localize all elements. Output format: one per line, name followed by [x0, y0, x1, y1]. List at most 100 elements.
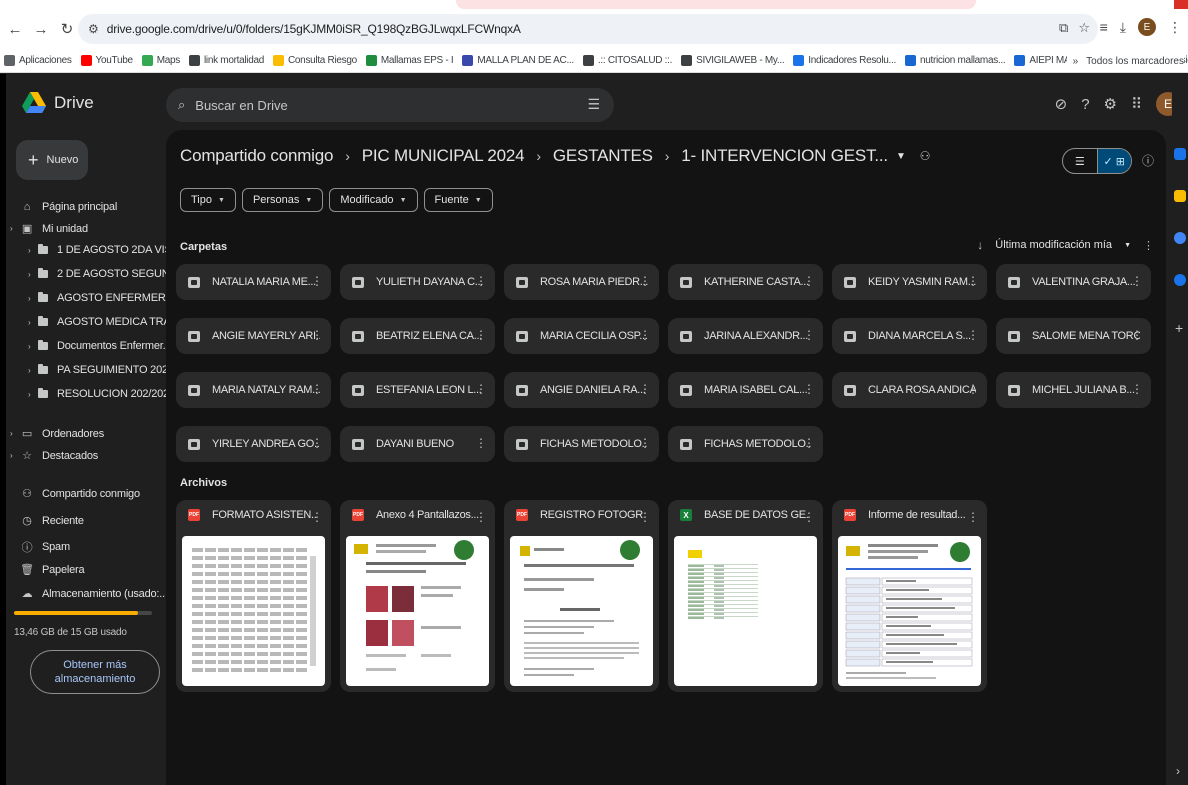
more-vert-icon[interactable]: ⋮	[311, 510, 323, 524]
more-vert-icon[interactable]: ⋮	[311, 436, 323, 450]
forward-icon[interactable]: →	[30, 18, 52, 40]
new-button[interactable]: + Nuevo	[16, 140, 88, 180]
chevron-right-icon[interactable]: ›	[28, 318, 38, 327]
more-vert-icon[interactable]: ⋮	[311, 382, 323, 396]
breadcrumb-item[interactable]: Compartido conmigo	[180, 146, 333, 166]
list-view-icon[interactable]: ☰	[1063, 149, 1097, 173]
file-thumbnail[interactable]	[674, 536, 817, 686]
folder-card[interactable]: KEIDY YASMIN RAM... ⋮	[832, 264, 987, 300]
caret-down-icon[interactable]: ▼	[896, 151, 906, 162]
add-addon-icon[interactable]: +	[1175, 320, 1183, 336]
more-vert-icon[interactable]: ⋮	[639, 436, 651, 450]
chevron-right-icon[interactable]: ›	[10, 451, 20, 460]
cast-icon[interactable]: ⧉	[1059, 20, 1068, 36]
sidebar-item-home[interactable]: ⌂ Página principal	[10, 201, 118, 213]
browser-profile-avatar[interactable]: E	[1138, 18, 1156, 36]
sidebar-item-trash[interactable]: 🗑 Papelera	[10, 563, 85, 577]
more-vert-icon[interactable]: ⋮	[967, 382, 979, 396]
search-icon[interactable]: ⌕	[178, 97, 185, 113]
folder-card[interactable]: MARIA ISABEL CAL... ⋮	[668, 372, 823, 408]
info-icon[interactable]: ⓘ	[1142, 152, 1154, 169]
bookmark-star-icon[interactable]: ☆	[1078, 20, 1090, 36]
expand-panel-icon[interactable]: ›	[1176, 764, 1180, 778]
get-more-storage-button[interactable]: Obtener más almacenamiento	[30, 650, 160, 694]
settings-gear-icon[interactable]: ⚙	[1104, 95, 1117, 113]
chevron-right-icon[interactable]: ›	[28, 390, 38, 399]
bookmark-item[interactable]: Mallamas EPS - I	[365, 55, 454, 66]
file-card[interactable]: PDF REGISTRO FOTOGR... ⋮	[504, 500, 659, 692]
breadcrumb-item[interactable]: PIC MUNICIPAL 2024	[362, 146, 525, 166]
sidebar-item-shared[interactable]: ⚇ Compartido conmigo	[10, 487, 140, 501]
shared-folder-icon[interactable]: ⚇	[920, 149, 931, 163]
sidebar-folder-item[interactable]: › AGOSTO MEDICA TRA...	[28, 316, 179, 328]
folder-card[interactable]: ESTEFANIA LEON L... ⋮	[340, 372, 495, 408]
search-options-icon[interactable]: ☰	[587, 96, 600, 113]
sidebar-item-computers[interactable]: › ▭ Ordenadores	[10, 427, 104, 441]
file-card[interactable]: PDF Informe de resultad... ⋮	[832, 500, 987, 692]
bookmark-item[interactable]: Indicadores Resolu...	[793, 55, 896, 66]
file-thumbnail[interactable]	[510, 536, 653, 686]
folder-card[interactable]: MICHEL JULIANA B... ⋮	[996, 372, 1151, 408]
folder-card[interactable]: SALOME MENA TORO ⋮	[996, 318, 1151, 354]
tasks-icon[interactable]	[1174, 232, 1186, 244]
folder-card[interactable]: FICHAS METODOLO... ⋮	[504, 426, 659, 462]
bookmark-item[interactable]: Maps	[141, 55, 180, 66]
sidebar-item-storage[interactable]: ☁ Almacenamiento (usado:...	[10, 587, 168, 601]
search-input[interactable]: Buscar en Drive	[195, 98, 287, 113]
folder-card[interactable]: CLARA ROSA ANDICA ⋮	[832, 372, 987, 408]
folder-card[interactable]: BEATRIZ ELENA CA... ⋮	[340, 318, 495, 354]
file-thumbnail[interactable]	[838, 536, 981, 686]
bookmark-item[interactable]: YouTube	[80, 55, 133, 66]
sidebar-item-recent[interactable]: ◷ Reciente	[10, 514, 84, 528]
more-vert-icon[interactable]: ⋮	[475, 510, 487, 524]
bookmarks-more-button[interactable]: »	[1073, 56, 1079, 67]
offline-status-icon[interactable]: ⊘	[1055, 95, 1068, 113]
download-icon[interactable]: ⤓	[1120, 19, 1126, 36]
chevron-right-icon[interactable]: ›	[10, 429, 20, 438]
file-card[interactable]: PDF Anexo 4 Pantallazos... ⋮	[340, 500, 495, 692]
filter-chip[interactable]: Fuente ▼	[423, 188, 493, 212]
address-bar[interactable]: ⚙ drive.google.com/drive/u/0/folders/15g…	[78, 14, 1098, 44]
more-vert-icon[interactable]: ⋮	[967, 274, 979, 288]
sidebar-folder-item[interactable]: › Documentos Enfermer...	[28, 340, 171, 352]
sort-label[interactable]: Última modificación mía	[995, 239, 1112, 251]
sidebar-item-spam[interactable]: ⓘ Spam	[10, 539, 71, 555]
folder-card[interactable]: NATALIA MARIA ME... ⋮	[176, 264, 331, 300]
more-vert-icon[interactable]: ⋮	[803, 328, 815, 342]
folder-card[interactable]: MARIA NATALY RAM... ⋮	[176, 372, 331, 408]
folder-card[interactable]: DAYANI BUENO ⋮	[340, 426, 495, 462]
more-vert-icon[interactable]: ⋮	[1131, 274, 1143, 288]
contacts-icon[interactable]	[1174, 274, 1186, 286]
more-vert-icon[interactable]: ⋮	[1131, 328, 1143, 342]
more-vert-icon[interactable]: ⋮	[967, 510, 979, 524]
filter-chip[interactable]: Modificado ▼	[329, 188, 418, 212]
chevron-right-icon[interactable]: ›	[28, 342, 38, 351]
folder-card[interactable]: YULIETH DAYANA C... ⋮	[340, 264, 495, 300]
folder-card[interactable]: ANGIE MAYERLY ARI... ⋮	[176, 318, 331, 354]
search-bar[interactable]: ⌕ Buscar en Drive ☰	[166, 88, 614, 122]
more-vert-icon[interactable]: ⋮	[475, 328, 487, 342]
filter-chip[interactable]: Tipo ▼	[180, 188, 236, 212]
bookmark-item[interactable]: MALLA PLAN DE AC...	[462, 55, 574, 66]
sidebar-folder-item[interactable]: › 1 DE AGOSTO 2DA VIS...	[28, 244, 180, 256]
more-vert-icon[interactable]: ⋮	[311, 328, 323, 342]
more-vert-icon[interactable]: ⋮	[475, 382, 487, 396]
more-vert-icon[interactable]: ⋮	[311, 274, 323, 288]
sidebar-folder-item[interactable]: › PA SEGUIMIENTO 2020	[28, 364, 174, 376]
help-icon[interactable]: ?	[1081, 96, 1089, 113]
apps-grid-icon[interactable]: ⠿	[1131, 95, 1142, 113]
more-vert-icon[interactable]: ⋮	[803, 274, 815, 288]
bookmark-item[interactable]: link mortalidad	[189, 55, 264, 66]
sidebar-folder-item[interactable]: › 2 DE AGOSTO SEGUN...	[28, 268, 178, 280]
folder-card[interactable]: VALENTINA GRAJA... ⋮	[996, 264, 1151, 300]
window-close-corner[interactable]	[1174, 0, 1188, 9]
chevron-right-icon[interactable]: ›	[10, 224, 20, 233]
folder-card[interactable]: YIRLEY ANDREA GO... ⋮	[176, 426, 331, 462]
browser-menu-icon[interactable]: ⋮	[1168, 19, 1182, 36]
more-vert-icon[interactable]: ⋮	[1143, 239, 1154, 252]
sidebar-item-my-drive[interactable]: › ▣ Mi unidad	[10, 222, 88, 236]
folder-card[interactable]: KATHERINE CASTA... ⋮	[668, 264, 823, 300]
all-bookmarks-folder[interactable]: Todos los marcadores	[1086, 56, 1184, 67]
breadcrumb-item[interactable]: GESTANTES	[553, 146, 653, 166]
more-vert-icon[interactable]: ⋮	[803, 436, 815, 450]
